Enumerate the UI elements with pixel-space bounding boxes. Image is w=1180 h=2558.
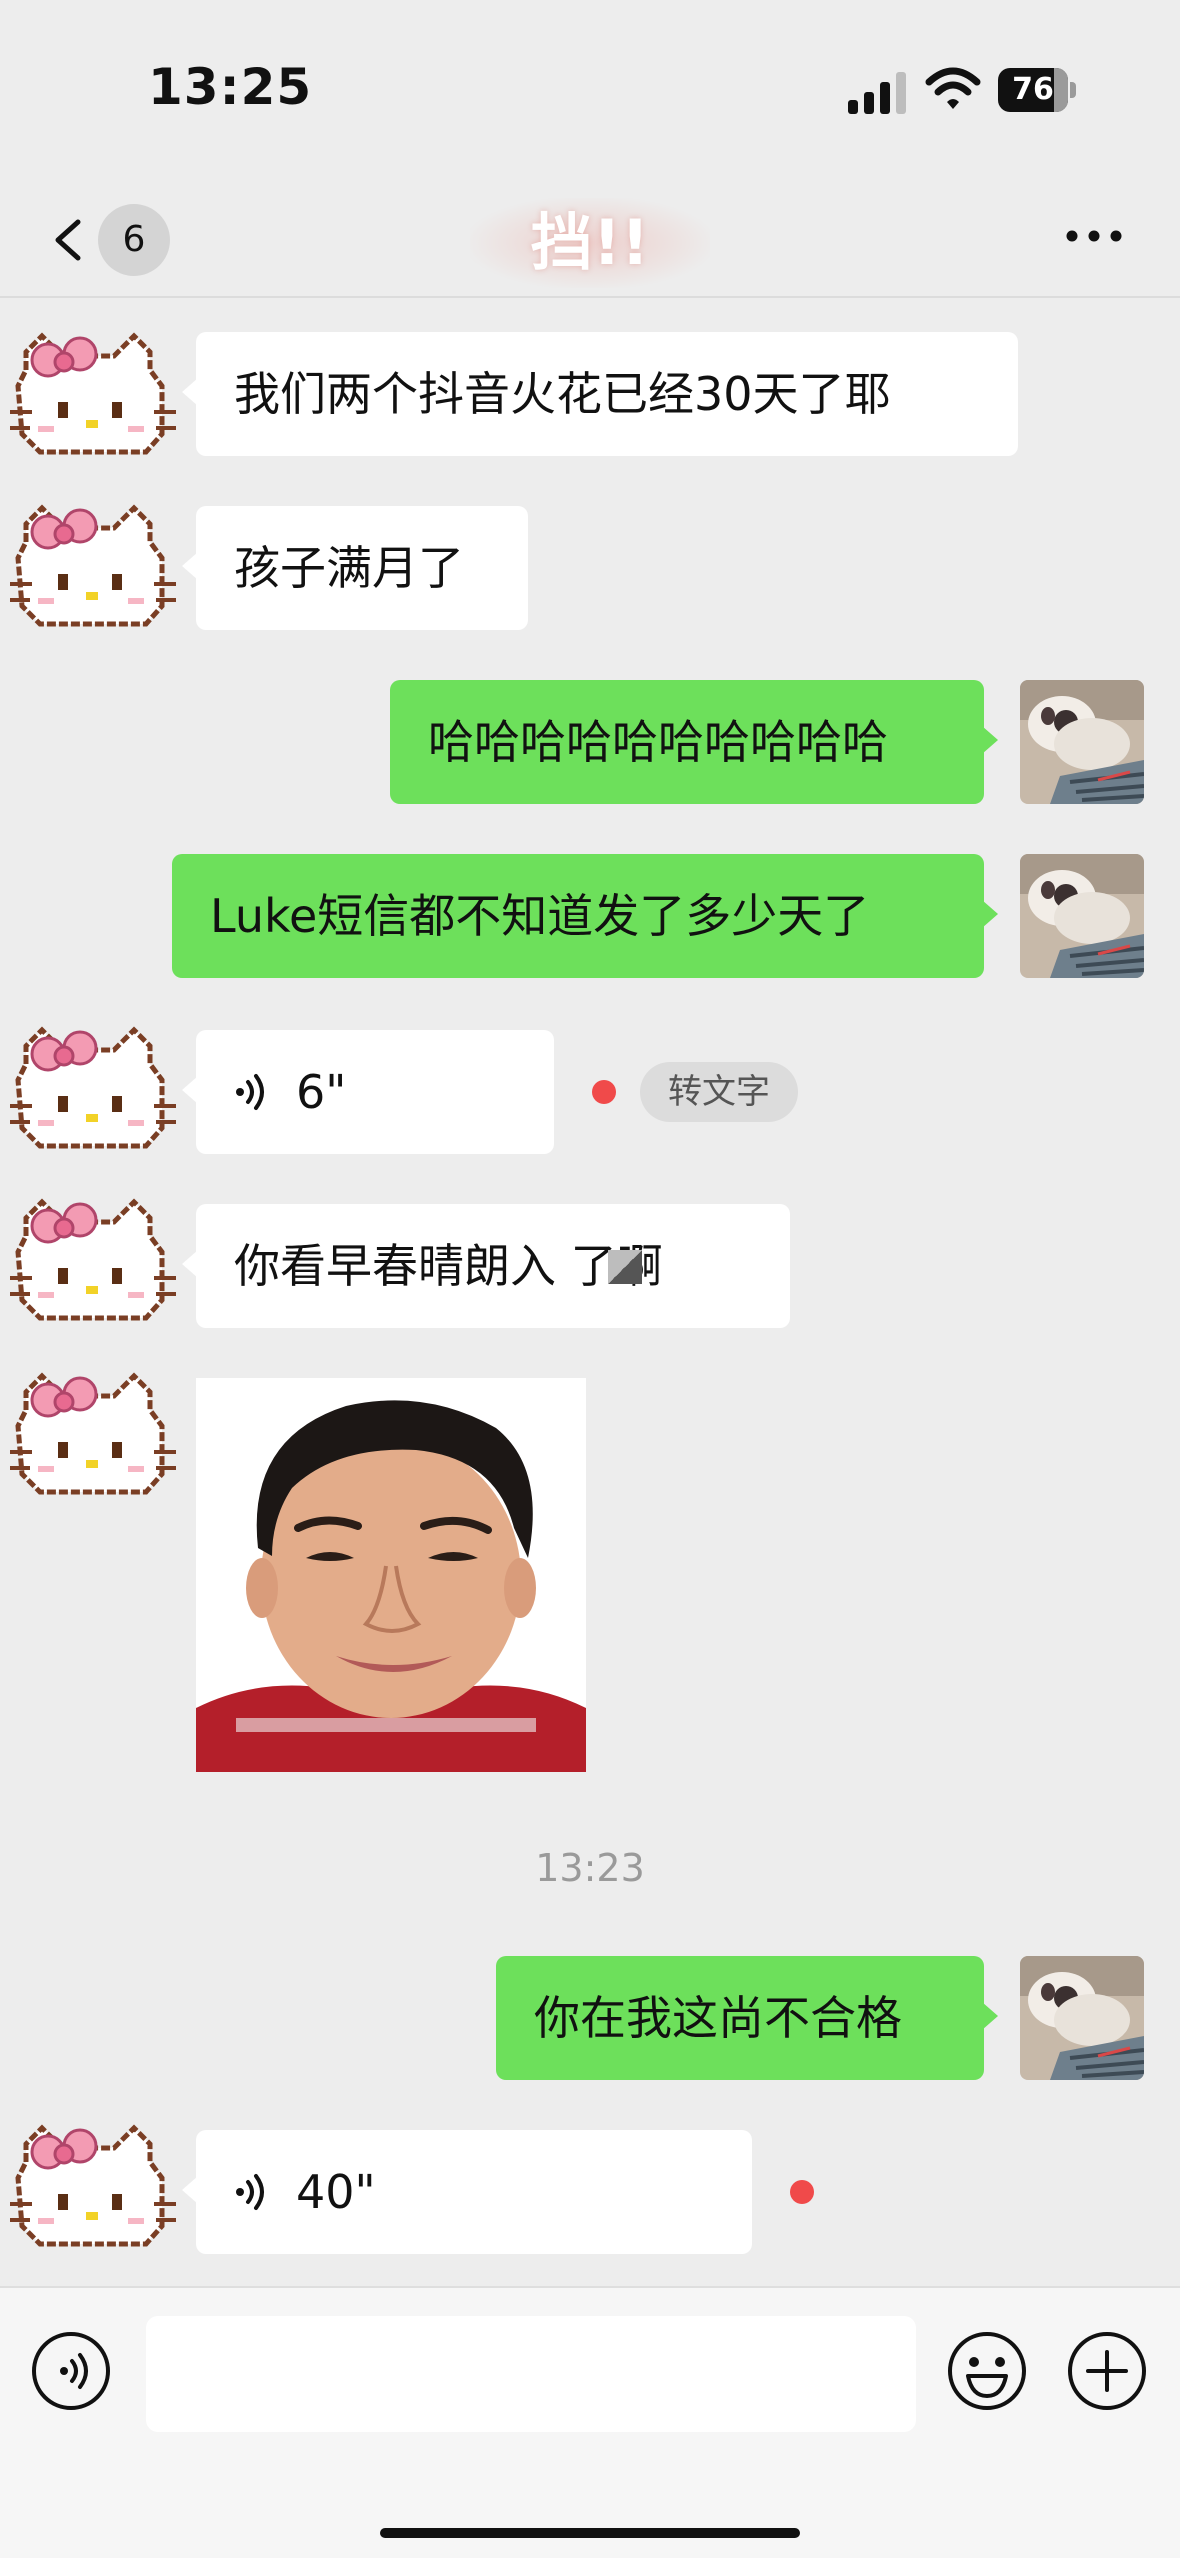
chat-title: 挡!! — [470, 198, 710, 288]
my-avatar[interactable] — [1020, 1956, 1144, 2080]
message-text: 孩子满月了 — [234, 541, 464, 595]
more-horizontal-icon[interactable] — [1064, 226, 1124, 246]
message-text: 你在我这尚不合格 — [534, 1991, 902, 2045]
message-input[interactable] — [146, 2316, 916, 2432]
home-indicator[interactable] — [380, 2528, 800, 2538]
battery-level: 76 — [1012, 72, 1054, 107]
my-avatar[interactable] — [1020, 854, 1144, 978]
unread-voice-dot — [592, 1080, 616, 1104]
voice-message-bubble[interactable]: 40" — [182, 2130, 752, 2254]
voice-duration: 6" — [296, 1065, 347, 1119]
image-message[interactable] — [196, 1378, 586, 1772]
status-bar: 13:25 76 — [0, 0, 1180, 180]
voice-wave-icon — [234, 1074, 264, 1110]
voice-mode-icon[interactable] — [30, 2330, 112, 2412]
message-bubble-incoming[interactable]: 你看早春晴朗入 了啊 — [182, 1204, 790, 1328]
chevron-left-icon — [55, 219, 81, 261]
battery-icon: 76 — [998, 68, 1076, 112]
message-timestamp: 13:23 — [535, 1846, 645, 1890]
message-bubble-outgoing[interactable]: 你在我这尚不合格 — [496, 1956, 998, 2080]
unread-count-badge: 6 — [98, 204, 170, 276]
message-text: 我们两个抖音火花已经30天了耶 — [234, 367, 891, 421]
face-photo — [196, 1378, 586, 1772]
wifi-icon — [925, 67, 981, 109]
message-text: 你看早春晴朗入 了啊 — [234, 1239, 663, 1293]
my-avatar[interactable] — [1020, 680, 1144, 804]
unread-voice-dot — [790, 2180, 814, 2204]
back-button[interactable]: 6 — [40, 204, 190, 276]
cellular-signal-icon — [848, 72, 906, 114]
contact-avatar[interactable] — [8, 1024, 178, 1158]
contact-avatar[interactable] — [8, 2122, 178, 2256]
voice-message-bubble[interactable]: 6" — [182, 1030, 554, 1154]
message-bubble-incoming[interactable]: 孩子满月了 — [182, 506, 528, 630]
status-time: 13:25 — [148, 58, 313, 116]
message-bubble-outgoing[interactable]: Luke短信都不知道发了多少天了 — [172, 854, 998, 978]
message-bubble-outgoing[interactable]: 哈哈哈哈哈哈哈哈哈哈 — [390, 680, 998, 804]
voice-wave-icon — [234, 2174, 264, 2210]
contact-avatar[interactable] — [8, 330, 178, 464]
chat-header: 6 挡!! — [0, 180, 1180, 298]
contact-avatar[interactable] — [8, 1370, 178, 1504]
message-text: 哈哈哈哈哈哈哈哈哈哈 — [428, 715, 888, 769]
contact-avatar[interactable] — [8, 502, 178, 636]
plus-icon[interactable] — [1066, 2330, 1148, 2412]
message-bubble-incoming[interactable]: 我们两个抖音火花已经30天了耶 — [182, 332, 1018, 456]
input-bar — [0, 2286, 1180, 2558]
emoji-icon[interactable] — [946, 2330, 1028, 2412]
transcribe-button[interactable]: 转文字 — [640, 1062, 798, 1122]
message-text: Luke短信都不知道发了多少天了 — [210, 889, 870, 943]
voice-duration: 40" — [296, 2165, 376, 2219]
redacted-character — [608, 1250, 642, 1284]
contact-avatar[interactable] — [8, 1196, 178, 1330]
